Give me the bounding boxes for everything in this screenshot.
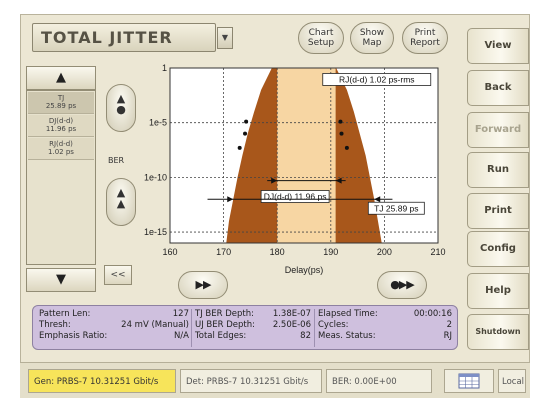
chart-setup-label-2: Setup [307, 38, 335, 48]
print-report-button[interactable]: Print Report [402, 22, 448, 54]
meas-status-label: Meas. Status: [318, 331, 376, 341]
list-item-label: RJ(d-d) [49, 140, 73, 148]
show-map-label-1: Show [359, 28, 385, 38]
stats-col-ber: TJ BER Depth: 1.38E-07 UJ BER Depth: 2.50E… [195, 309, 311, 342]
emphasis-label: Emphasis Ratio: [39, 331, 108, 341]
y-zoom-up-button[interactable]: ▲ ● [106, 84, 136, 132]
tj-label: TJ 25.89 ps [374, 203, 418, 213]
shutdown-button[interactable]: Shutdown [467, 314, 529, 350]
thresh-label: Thresh: [39, 320, 71, 330]
list-item-tj[interactable]: TJ 25.89 ps [28, 92, 94, 114]
x-tick-label: 160 [162, 247, 177, 257]
table-grid-icon [458, 373, 480, 389]
edges-value: 82 [300, 331, 311, 341]
uj-ber-label: UJ BER Depth: [195, 320, 255, 330]
list-item-rj[interactable]: RJ(d-d) 1.02 ps [28, 138, 94, 160]
back-button[interactable]: Back [467, 70, 529, 106]
print-report-label-2: Report [410, 38, 440, 48]
divider [314, 309, 315, 347]
list-item-value: 25.89 ps [45, 102, 77, 110]
run-button[interactable]: Run [467, 152, 529, 188]
scroll-up-button[interactable]: ▲ [26, 66, 96, 90]
status-bar: Gen: PRBS-7 10.31251 Gbit/s Det: PRBS-7 … [20, 362, 530, 398]
meas-status-value: RJ [443, 331, 452, 341]
view-button[interactable]: View [467, 28, 529, 64]
zoom-dot-icon: ● [116, 103, 126, 116]
stats-panel: Pattern Len: 127 Thresh: 24 mV (Manual) Em… [32, 305, 458, 350]
y-tick-label: 1e-15 [144, 227, 167, 237]
stats-col-status: Elapsed Time: 00:00:16 Cycles: 2 Meas. Sta… [318, 309, 452, 342]
x-tick-label: 190 [323, 247, 338, 257]
bathtub-plot[interactable]: 160 170 180 190 200 210 1 1e-5 1e-10 1e-15 Delay(p… [140, 58, 450, 296]
measured-point [344, 145, 349, 150]
chevron-down-icon[interactable]: ▼ [217, 27, 233, 49]
list-item-value: 1.02 ps [48, 148, 74, 156]
measured-point [338, 119, 343, 124]
results-list: TJ 25.89 ps DJ(d-d) 11.96 ps RJ(d-d) 1.0… [26, 90, 96, 265]
collapse-button[interactable]: << [104, 265, 132, 285]
divider [191, 309, 192, 347]
emphasis-value: N/A [173, 331, 189, 341]
generator-status[interactable]: Gen: PRBS-7 10.31251 Gbit/s [28, 369, 176, 393]
up-arrow-icon: ▲ [116, 197, 126, 210]
print-button[interactable]: Print [467, 193, 529, 229]
up-arrow-icon: ▲ [56, 70, 66, 85]
list-item-value: 11.96 ps [45, 125, 77, 133]
help-button[interactable]: Help [467, 273, 529, 309]
measured-point [339, 131, 344, 136]
rj-label: RJ(d-d) 1.02 ps-rms [339, 74, 415, 84]
show-map-button[interactable]: Show Map [350, 22, 394, 54]
x-tick-label: 180 [270, 247, 285, 257]
uj-ber-value: 2.50E-06 [272, 320, 311, 330]
x-axis-label: Delay(ps) [285, 265, 324, 275]
ber-status[interactable]: BER: 0.00E+00 [326, 369, 432, 393]
ber-axis-label: BER [108, 156, 125, 165]
scroll-down-button[interactable]: ▼ [26, 268, 96, 292]
elapsed-label: Elapsed Time: [318, 309, 378, 319]
measured-point [243, 131, 248, 136]
measurement-selector[interactable]: TOTAL JITTER [32, 23, 216, 52]
measured-point [244, 119, 249, 124]
measurement-title: TOTAL JITTER [41, 28, 173, 47]
edges-label: Total Edges: [195, 331, 247, 341]
grid-icon[interactable] [444, 369, 494, 393]
tj-ber-label: TJ BER Depth: [195, 309, 254, 319]
local-status[interactable]: Local [498, 369, 526, 393]
y-tick-label: 1e-5 [149, 118, 167, 128]
down-arrow-icon: ▼ [56, 272, 66, 287]
cycles-value: 2 [446, 320, 452, 330]
y-tick-label: 1e-10 [144, 172, 167, 182]
cycles-label: Cycles: [318, 320, 349, 330]
y-zoom-down-button[interactable]: ▲ ▲ [106, 178, 136, 226]
show-map-label-2: Map [362, 38, 382, 48]
print-report-label-1: Print [414, 28, 436, 38]
measured-point [237, 145, 242, 150]
chart-setup-label-1: Chart [308, 28, 334, 38]
forward-button[interactable]: Forward [467, 112, 529, 148]
config-button[interactable]: Config [467, 231, 529, 267]
x-tick-label: 170 [216, 247, 231, 257]
chart-setup-button[interactable]: Chart Setup [298, 22, 344, 54]
right-nav-rail: View Back Forward Run Print Config Help … [467, 18, 530, 398]
y-tick-label: 1 [162, 63, 167, 73]
list-item-label: DJ(d-d) [48, 117, 74, 125]
stats-col-pattern: Pattern Len: 127 Thresh: 24 mV (Manual) Em… [39, 309, 189, 342]
elapsed-value: 00:00:16 [413, 309, 452, 319]
pattern-len-label: Pattern Len: [39, 309, 91, 319]
list-item-dj[interactable]: DJ(d-d) 11.96 ps [28, 115, 94, 137]
tj-ber-value: 1.38E-07 [272, 309, 311, 319]
pattern-len-value: 127 [172, 309, 189, 319]
list-item-label: TJ [57, 94, 65, 102]
x-tick-label: 210 [430, 247, 445, 257]
dj-label: DJ(d-d) 11.96 ps [264, 192, 327, 202]
thresh-value: 24 mV (Manual) [121, 320, 189, 330]
x-tick-label: 200 [377, 247, 392, 257]
dj-region [277, 68, 336, 243]
detector-status[interactable]: Det: PRBS-7 10.31251 Gbit/s [180, 369, 322, 393]
